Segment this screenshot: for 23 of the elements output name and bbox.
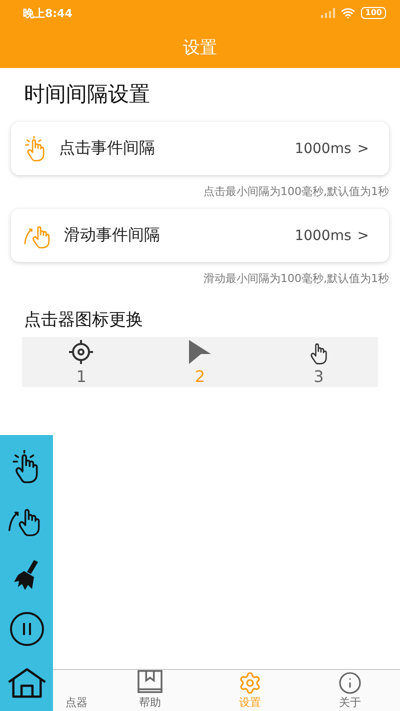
info-icon xyxy=(338,671,362,695)
section-title: 时间间隔设置 xyxy=(23,81,151,108)
home-icon xyxy=(6,666,46,700)
interval-setting-card[interactable]: 点击事件间隔 1000ms > xyxy=(11,122,389,175)
page-title: 设置 xyxy=(183,36,217,58)
nav-tab[interactable]: 点器 xyxy=(53,670,100,711)
hint-text: 点击最小间隔为100毫秒,默认值为1秒 xyxy=(202,184,389,200)
status-time: 晚上8:44 xyxy=(23,6,72,20)
nav-tab[interactable]: 帮助 xyxy=(100,670,200,711)
battery-level: 100 xyxy=(361,7,386,19)
crosshair-icon xyxy=(68,339,94,365)
icon-option[interactable]: 3 xyxy=(259,337,378,387)
interval-setting-card[interactable]: 滑动事件间隔 1000ms > xyxy=(11,209,389,262)
settings-icon xyxy=(238,671,262,695)
section-title: 点击器图标更换 xyxy=(23,309,144,332)
cursor-arrow-icon xyxy=(187,339,213,365)
pause-icon xyxy=(8,611,44,647)
signal-icon xyxy=(321,8,336,18)
wifi-icon xyxy=(341,6,356,20)
book-icon xyxy=(136,670,164,695)
nav-tab[interactable]: 关于 xyxy=(300,670,400,711)
hint-text: 滑动最小间隔为100毫秒,默认值为1秒 xyxy=(202,271,389,287)
icon-option[interactable]: 1 xyxy=(22,337,141,387)
